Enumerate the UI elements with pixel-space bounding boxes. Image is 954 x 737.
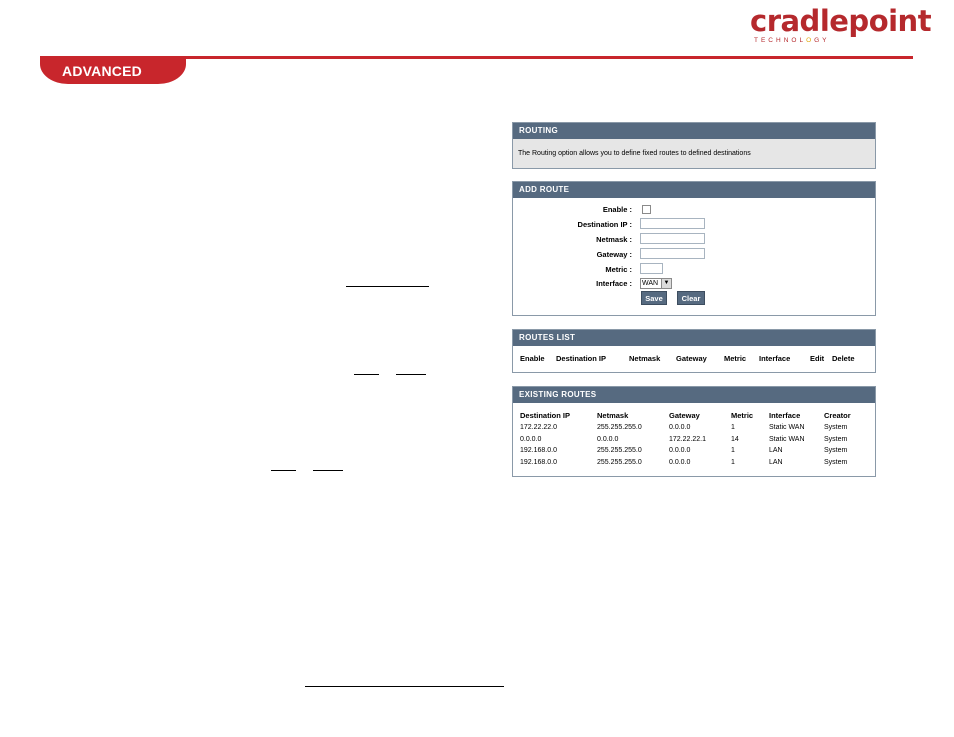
table-cell: 255.255.255.0 [597, 424, 642, 431]
existing-col-gateway: Gateway [669, 411, 700, 420]
table-cell: 0.0.0.0 [520, 436, 542, 443]
routes-list-panel: ROUTES LIST Enable Destination IP Netmas… [512, 329, 876, 373]
link-underline [346, 286, 429, 287]
table-cell: 172.22.22.1 [669, 436, 706, 443]
table-cell: System [824, 436, 848, 443]
routes-list-col-edit: Edit [810, 354, 825, 363]
existing-col-netmask: Netmask [597, 411, 629, 420]
link-underline [313, 470, 343, 471]
existing-col-creator: Creator [824, 411, 851, 420]
add-route-panel: ADD ROUTE Enable : Destination IP : Netm… [512, 181, 876, 316]
table-cell: LAN [769, 447, 783, 454]
table-cell: 192.168.0.0 [520, 459, 557, 466]
destination-ip-label: Destination IP : [577, 220, 632, 229]
routing-title: ROUTING [513, 123, 875, 139]
table-cell: 172.22.22.0 [520, 424, 557, 431]
existing-routes-title: EXISTING ROUTES [513, 387, 875, 403]
table-cell: Static WAN [769, 436, 805, 443]
routes-list-col-interface: Interface [759, 354, 791, 363]
table-cell: 192.168.0.0 [520, 447, 557, 454]
table-cell: System [824, 424, 848, 431]
enable-checkbox[interactable] [642, 205, 651, 214]
metric-row: Metric : [513, 263, 873, 277]
link-underline [396, 374, 426, 375]
interface-label: Interface : [596, 279, 632, 288]
cradlepoint-logo: cradlepoint TECHNOLOGY [750, 6, 932, 44]
interface-row: Interface : WAN ▼ [513, 277, 873, 291]
routes-list-col-netmask: Netmask [629, 354, 661, 363]
table-cell: 1 [731, 447, 735, 454]
section-tab: ADVANCED [40, 58, 186, 84]
existing-col-metric: Metric [731, 411, 754, 420]
gateway-label: Gateway : [596, 250, 632, 259]
routes-list-col-gateway: Gateway [676, 354, 707, 363]
gateway-row: Gateway : [513, 248, 873, 262]
routes-list-col-delete: Delete [832, 354, 855, 363]
table-cell: 0.0.0.0 [597, 436, 619, 443]
routes-list-title: ROUTES LIST [513, 330, 875, 346]
table-cell: 0.0.0.0 [669, 447, 691, 454]
routes-list-col-destination-ip: Destination IP [556, 354, 607, 363]
link-underline [354, 374, 379, 375]
destination-ip-field[interactable] [640, 218, 705, 229]
table-cell: 0.0.0.0 [669, 459, 691, 466]
table-cell: 1 [731, 459, 735, 466]
logo-subtitle: TECHNOLOGY [754, 37, 830, 44]
table-cell: System [824, 447, 848, 454]
existing-col-destination-ip: Destination IP [520, 411, 571, 420]
netmask-label: Netmask : [596, 235, 632, 244]
table-cell: 255.255.255.0 [597, 459, 642, 466]
section-tab-label: ADVANCED [62, 63, 142, 79]
add-route-title: ADD ROUTE [513, 182, 875, 198]
interface-select[interactable]: WAN ▼ [640, 278, 672, 289]
link-underline [305, 686, 504, 687]
enable-label: Enable : [602, 205, 632, 214]
routing-description: The Routing option allows you to define … [513, 139, 875, 168]
netmask-row: Netmask : [513, 233, 873, 247]
table-cell: 14 [731, 436, 739, 443]
table-cell: 255.255.255.0 [597, 447, 642, 454]
existing-col-interface: Interface [769, 411, 801, 420]
table-cell: 0.0.0.0 [669, 424, 691, 431]
existing-routes-panel: EXISTING ROUTES Destination IP Netmask G… [512, 386, 876, 477]
routes-list-col-metric: Metric [724, 354, 747, 363]
logo-wordmark: cradlepoint [750, 4, 932, 38]
table-cell: System [824, 459, 848, 466]
clear-button[interactable]: Clear [677, 291, 705, 305]
metric-field[interactable] [640, 263, 663, 274]
interface-value: WAN [642, 280, 659, 287]
table-cell: LAN [769, 459, 783, 466]
link-underline [271, 470, 296, 471]
destination-ip-row: Destination IP : [513, 218, 873, 232]
metric-label: Metric : [605, 265, 632, 274]
table-cell: Static WAN [769, 424, 805, 431]
enable-row: Enable : [513, 203, 873, 217]
gateway-field[interactable] [640, 248, 705, 259]
table-cell: 1 [731, 424, 735, 431]
netmask-field[interactable] [640, 233, 705, 244]
routes-list-col-enable: Enable [520, 354, 545, 363]
routing-panel: ROUTING The Routing option allows you to… [512, 122, 876, 169]
save-button[interactable]: Save [641, 291, 667, 305]
chevron-down-icon: ▼ [661, 279, 671, 288]
